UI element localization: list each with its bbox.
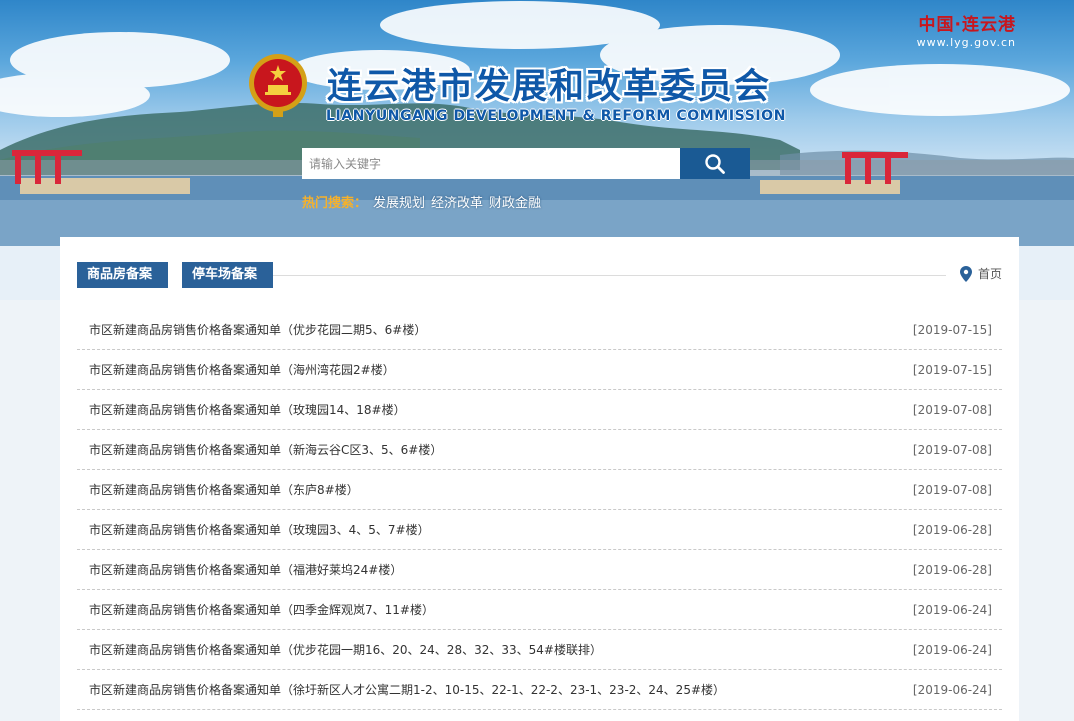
list-item-title[interactable]: 市区新建商品房销售价格备案通知单（优步花园一期16、20、24、28、32、33… [89, 641, 602, 658]
tab-parking-lot[interactable]: 停车场备案 [182, 262, 273, 288]
list-item-date: [2019-07-08] [912, 402, 992, 417]
hot-search-item[interactable]: 财政金融 [489, 192, 541, 211]
list-item-date: [2019-07-08] [912, 442, 992, 457]
list-item[interactable]: 市区新建商品房销售价格备案通知单（玫瑰园14、18#楼） [2019-07-08… [77, 390, 1002, 430]
breadcrumb: 首页 [959, 265, 1002, 282]
list-item-title[interactable]: 市区新建商品房销售价格备案通知单（玫瑰园3、4、5、7#楼） [89, 521, 430, 538]
list-item-title[interactable]: 市区新建商品房销售价格备案通知单（玫瑰园14、18#楼） [89, 401, 406, 418]
search-bar [302, 148, 750, 179]
national-emblem-icon [247, 52, 309, 118]
hot-search-item[interactable]: 经济改革 [431, 192, 483, 211]
list-item[interactable]: 市区新建商品房销售价格备案通知单（优步花园一期16、20、24、28、32、33… [77, 630, 1002, 670]
search-icon [705, 153, 725, 174]
content-panel: 商品房备案 停车场备案 首页 市区新建商品房销售价格备案通知单（优步花园二期5、… [60, 237, 1019, 721]
list-item[interactable]: 市区新建商品房销售价格备案通知单（新海云谷C区3、5、6#楼） [2019-07… [77, 430, 1002, 470]
list-item[interactable]: 市区新建商品房销售价格备案通知单（海州湾花园2#楼） [2019-07-15] [77, 350, 1002, 390]
search-button[interactable] [680, 148, 750, 179]
hot-search-label: 热门搜索： [302, 196, 368, 211]
hot-search: 热门搜索： 发展规划 经济改革 财政金融 [302, 192, 541, 211]
list-item-date: [2019-06-28] [912, 522, 992, 537]
list-item-date: [2019-06-24] [912, 642, 992, 657]
notice-list: 市区新建商品房销售价格备案通知单（优步花园二期5、6#楼） [2019-07-1… [77, 310, 1002, 710]
list-item[interactable]: 市区新建商品房销售价格备案通知单（福港好莱坞24#楼） [2019-06-28] [77, 550, 1002, 590]
breadcrumb-home-link[interactable]: 首页 [978, 265, 1002, 282]
site-title-cn: 连云港市发展和改革委员会 [327, 67, 772, 107]
site-mark[interactable]: 中国·连云港 www.lyg.gov.cn [917, 10, 1016, 49]
list-item-date: [2019-07-08] [912, 482, 992, 497]
list-item-date: [2019-07-15] [912, 322, 992, 337]
tab-divider [273, 275, 946, 276]
list-item-title[interactable]: 市区新建商品房销售价格备案通知单（四季金辉观岚7、11#楼） [89, 601, 434, 618]
list-item[interactable]: 市区新建商品房销售价格备案通知单（东庐8#楼） [2019-07-08] [77, 470, 1002, 510]
list-item-date: [2019-06-24] [912, 602, 992, 617]
tab-bar: 商品房备案 停车场备案 首页 [77, 262, 1002, 288]
site-title-en: LIANYUNGANG DEVELOPMENT & REFORM COMMISS… [326, 108, 787, 124]
list-item-date: [2019-06-28] [912, 562, 992, 577]
list-item-title[interactable]: 市区新建商品房销售价格备案通知单（东庐8#楼） [89, 481, 359, 498]
list-item[interactable]: 市区新建商品房销售价格备案通知单（玫瑰园3、4、5、7#楼） [2019-06-… [77, 510, 1002, 550]
search-input[interactable] [302, 148, 680, 179]
list-item-title[interactable]: 市区新建商品房销售价格备案通知单（海州湾花园2#楼） [89, 361, 395, 378]
hot-search-item[interactable]: 发展规划 [373, 192, 425, 211]
list-item-title[interactable]: 市区新建商品房销售价格备案通知单（福港好莱坞24#楼） [89, 561, 402, 578]
location-pin-icon [959, 265, 972, 282]
list-item-title[interactable]: 市区新建商品房销售价格备案通知单（新海云谷C区3、5、6#楼） [89, 441, 442, 458]
list-item[interactable]: 市区新建商品房销售价格备案通知单（四季金辉观岚7、11#楼） [2019-06-… [77, 590, 1002, 630]
list-item[interactable]: 市区新建商品房销售价格备案通知单（徐圩新区人才公寓二期1-2、10-15、22-… [77, 670, 1002, 710]
list-item-title[interactable]: 市区新建商品房销售价格备案通知单（优步花园二期5、6#楼） [89, 321, 426, 338]
tab-commercial-housing[interactable]: 商品房备案 [77, 262, 168, 288]
site-mark-name: 中国·连云港 [918, 15, 1016, 35]
list-item-title[interactable]: 市区新建商品房销售价格备案通知单（徐圩新区人才公寓二期1-2、10-15、22-… [89, 681, 725, 698]
list-item-date: [2019-07-15] [912, 362, 992, 377]
site-mark-url: www.lyg.gov.cn [916, 36, 1016, 49]
list-item-date: [2019-06-24] [912, 682, 992, 697]
list-item[interactable]: 市区新建商品房销售价格备案通知单（优步花园二期5、6#楼） [2019-07-1… [77, 310, 1002, 350]
